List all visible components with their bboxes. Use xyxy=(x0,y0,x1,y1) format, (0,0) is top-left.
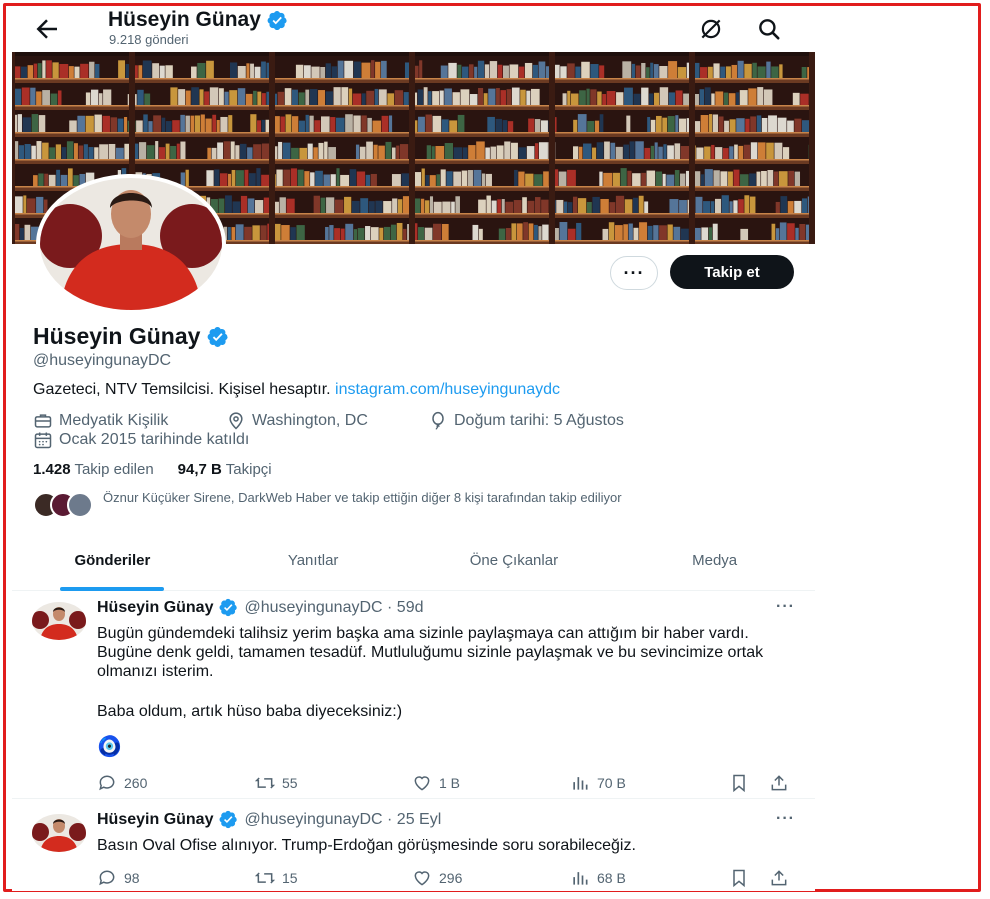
profile-name-row: Hüseyin Günay xyxy=(33,323,229,350)
share-button[interactable] xyxy=(769,773,789,793)
views-chart-icon xyxy=(573,872,588,885)
tweet-actions: 98 15 296 68 B xyxy=(97,868,797,890)
briefcase-icon xyxy=(34,414,52,428)
retweet-icon xyxy=(255,872,275,884)
grok-slash-icon[interactable] xyxy=(698,16,724,42)
follower-avatar xyxy=(67,492,93,518)
tweet[interactable]: Hüseyin Günay @huseyingunayDC · 59d ··· … xyxy=(12,598,815,799)
tab-highlights[interactable]: Öne Çıkanlar xyxy=(414,546,615,590)
tweet-avatar[interactable] xyxy=(32,814,86,852)
tweet-header: Hüseyin Günay @huseyingunayDC · 25 Eyl xyxy=(97,810,441,829)
heart-icon xyxy=(414,871,430,886)
tweet-header: Hüseyin Günay @huseyingunayDC · 59d xyxy=(97,598,424,617)
header-name: Hüseyin Günay xyxy=(108,8,261,31)
meta-location: Washington, DC xyxy=(226,411,368,431)
balloon-icon xyxy=(432,411,444,430)
like-button[interactable]: 296 xyxy=(412,868,462,888)
tweet-text-second: Baba oldum, artık hüso baba diyeceksiniz… xyxy=(97,703,403,720)
follow-button[interactable]: Takip et xyxy=(670,255,794,289)
retweet-button[interactable]: 15 xyxy=(255,868,298,888)
tweet-author[interactable]: Hüseyin Günay xyxy=(97,811,213,829)
views-button[interactable]: 68 B xyxy=(570,868,626,888)
tweet-text: Bugün gündemdeki talihsiz yerim başka am… xyxy=(97,625,764,680)
meta-category: Medyatik Kişilik xyxy=(33,411,168,431)
calendar-icon xyxy=(34,432,52,449)
tab-posts[interactable]: Gönderiler xyxy=(12,546,213,590)
back-arrow-icon[interactable] xyxy=(32,14,62,44)
profile-handle: @huseyingunayDC xyxy=(33,352,172,369)
bio-text: Gazeteci, NTV Temsilcisi. Kişisel hesapt… xyxy=(33,381,331,398)
verified-badge-icon xyxy=(220,598,238,617)
tweet-more-icon[interactable]: ··· xyxy=(776,810,795,828)
bookmark-icon xyxy=(733,774,745,793)
verified-badge-icon xyxy=(220,810,238,829)
views-chart-icon xyxy=(573,777,588,790)
bookmark-button[interactable] xyxy=(729,868,749,888)
more-options-button[interactable]: ··· xyxy=(610,256,658,290)
tab-media[interactable]: Medya xyxy=(614,546,815,590)
meta-birthday: Doğum tarihi: 5 Ağustos xyxy=(428,411,624,431)
tweet[interactable]: Hüseyin Günay @huseyingunayDC · 25 Eyl ·… xyxy=(12,810,815,891)
followed-by-row[interactable]: Öznur Küçüker Sirene, DarkWeb Haber ve t… xyxy=(33,490,793,518)
verified-badge-icon xyxy=(208,326,229,347)
bookmark-button[interactable] xyxy=(729,773,749,793)
tweet-actions: 260 55 1 B 70 B xyxy=(97,773,797,795)
meta-joined: Ocak 2015 tarihinde katıldı xyxy=(33,430,249,450)
following-link[interactable]: 1.428 Takip edilen xyxy=(33,461,154,478)
profile-avatar[interactable] xyxy=(36,174,226,314)
bio-link[interactable]: instagram.com/huseyingunaydc xyxy=(335,381,560,398)
tweet-text: Basın Oval Ofise alınıyor. Trump-Erdoğan… xyxy=(97,837,636,854)
share-icon xyxy=(771,775,787,791)
verified-badge-icon xyxy=(267,10,287,30)
retweet-button[interactable]: 55 xyxy=(255,773,298,793)
tweet-handle-time: @huseyingunayDC · 59d xyxy=(244,598,424,616)
header-title: Hüseyin Günay xyxy=(108,8,288,32)
profile-tabs: Gönderiler Yanıtlar Öne Çıkanlar Medya xyxy=(12,546,815,591)
followed-by-text: Öznur Küçüker Sirene, DarkWeb Haber ve t… xyxy=(103,490,622,505)
bookmark-icon xyxy=(733,869,745,888)
views-button[interactable]: 70 B xyxy=(570,773,626,793)
profile-panel: Hüseyin Günay 9.218 gönderi ··· Takip et… xyxy=(12,6,815,891)
retweet-icon xyxy=(255,777,275,789)
reply-button[interactable]: 98 xyxy=(97,868,140,888)
share-button[interactable] xyxy=(769,868,789,888)
post-count: 9.218 gönderi xyxy=(109,32,189,47)
follow-stats: 1.428 Takip edilen 94,7 B Takipçi xyxy=(33,461,272,478)
share-icon xyxy=(771,870,787,886)
search-icon[interactable] xyxy=(756,16,782,42)
location-pin-icon xyxy=(229,412,243,430)
profile-bio: Gazeteci, NTV Temsilcisi. Kişisel hesapt… xyxy=(33,381,560,399)
followers-link[interactable]: 94,7 B Takipçi xyxy=(178,461,272,478)
reply-button[interactable]: 260 xyxy=(97,773,147,793)
tab-replies[interactable]: Yanıtlar xyxy=(213,546,414,590)
tweet-more-icon[interactable]: ··· xyxy=(776,598,795,616)
reply-icon xyxy=(99,775,115,791)
like-button[interactable]: 1 B xyxy=(412,773,460,793)
evil-eye-emoji: 🧿 xyxy=(97,736,122,758)
reply-icon xyxy=(99,870,115,886)
profile-name: Hüseyin Günay xyxy=(33,323,201,349)
tweet-author[interactable]: Hüseyin Günay xyxy=(97,599,213,617)
tweet-handle-time: @huseyingunayDC · 25 Eyl xyxy=(244,810,442,828)
heart-icon xyxy=(414,776,430,791)
tweet-avatar[interactable] xyxy=(32,602,86,640)
